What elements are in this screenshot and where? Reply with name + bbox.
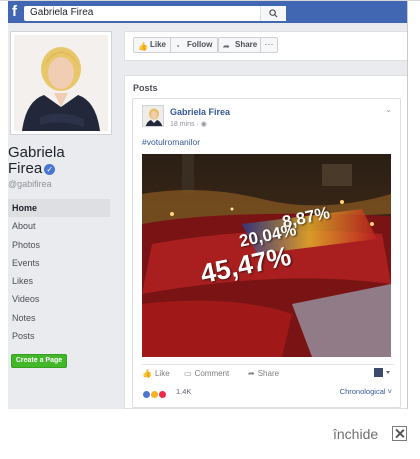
search-button[interactable] [260,6,286,21]
page-viewport: f Gabriela Firea Gabriela Firea ✓ @gabif… [8,1,408,409]
post-author-avatar[interactable] [142,105,164,127]
nav-item-videos[interactable]: Videos [8,290,110,308]
post-hashtag[interactable]: #votulromanilor [142,137,200,147]
page-title: Gabriela Firea ✓ [8,145,118,177]
post-actions-bar: 👍 Like ▭ Comment ➦ Share [142,364,394,380]
nav-item-notes[interactable]: Notes [8,309,110,327]
top-bar: f Gabriela Firea [8,1,407,23]
post-card: Gabriela Firea 18 mins · ◉ ⌄ #votulroman… [132,98,401,408]
page-nav: Home About Photos Events Likes Videos No… [8,199,110,345]
love-reaction-icon [158,390,167,399]
audience-selector[interactable] [374,368,392,379]
comment-icon: ▭ [184,369,192,378]
post-author-name[interactable]: Gabriela Firea [170,107,230,117]
close-link[interactable]: închide [333,426,378,442]
rss-icon: ◔ [175,42,180,51]
profile-photo [14,35,108,131]
verified-badge-icon: ✓ [44,164,56,175]
avatar-dropdown-icon [374,368,390,377]
share-arrow-icon: ➦ [248,369,255,378]
post-timestamp[interactable]: 18 mins · ◉ [170,120,207,128]
post-image[interactable]: 8,87% 20,04% 45,47% [142,154,391,357]
thumbs-up-icon: 👍 [142,369,152,378]
share-arrow-icon: ➦ [223,42,230,51]
post-share-button[interactable]: ➦ Share [248,369,279,378]
reaction-count[interactable]: 1.4K [176,387,191,396]
nav-item-home[interactable]: Home [8,199,110,218]
like-page-button[interactable]: 👍 Like [133,37,173,53]
globe-icon: ◉ [200,121,207,128]
post-time-text: 18 mins [170,121,195,128]
thumbs-up-icon: 👍 [138,42,148,51]
posts-panel: Posts Gabriela Firea 18 mins · ◉ ⌄ #votu… [124,75,407,409]
nav-item-photos[interactable]: Photos [8,236,110,254]
nav-item-likes[interactable]: Likes [8,272,110,290]
nav-item-about[interactable]: About [8,217,110,235]
page-handle[interactable]: @gabifirea [8,179,52,189]
profile-picture[interactable] [10,31,112,135]
search-value: Gabriela Firea [30,7,94,18]
nav-item-events[interactable]: Events [8,254,110,272]
page-name-last: Firea [8,160,43,177]
post-like-button[interactable]: 👍 Like [142,369,170,378]
nav-item-posts[interactable]: Posts [8,327,110,345]
page-action-bar: 👍 Like ◔ Follow ➦ Share ··· [124,31,407,61]
search-icon [269,9,278,18]
post-like-label: Like [154,369,170,378]
left-column: Gabriela Firea ✓ @gabifirea Home About Ph… [8,23,120,409]
post-share-label: Share [257,369,280,378]
more-options-button[interactable]: ··· [260,37,278,53]
close-icon[interactable] [392,426,407,441]
post-comment-label: Comment [194,369,230,378]
post-comment-button[interactable]: ▭ Comment [184,369,229,378]
posts-heading: Posts [133,83,158,93]
reaction-icons[interactable] [142,386,167,404]
follow-button[interactable]: ◔ Follow [170,37,219,53]
post-options-chevron-icon[interactable]: ⌄ [385,105,392,114]
share-page-button[interactable]: ➦ Share [218,37,264,53]
share-page-label: Share [235,40,258,49]
follow-label: Follow [187,40,213,49]
comment-sort-dropdown[interactable]: Chronological ˅ [340,387,392,396]
page-name-first: Gabriela [8,144,65,161]
reactions-row: 1.4K Chronological ˅ [142,386,394,400]
modal-frame: f Gabriela Firea Gabriela Firea ✓ @gabif… [0,0,420,459]
create-page-button[interactable]: Create a Page [11,354,67,368]
like-page-label: Like [150,40,167,49]
search-input[interactable]: Gabriela Firea [24,6,286,21]
